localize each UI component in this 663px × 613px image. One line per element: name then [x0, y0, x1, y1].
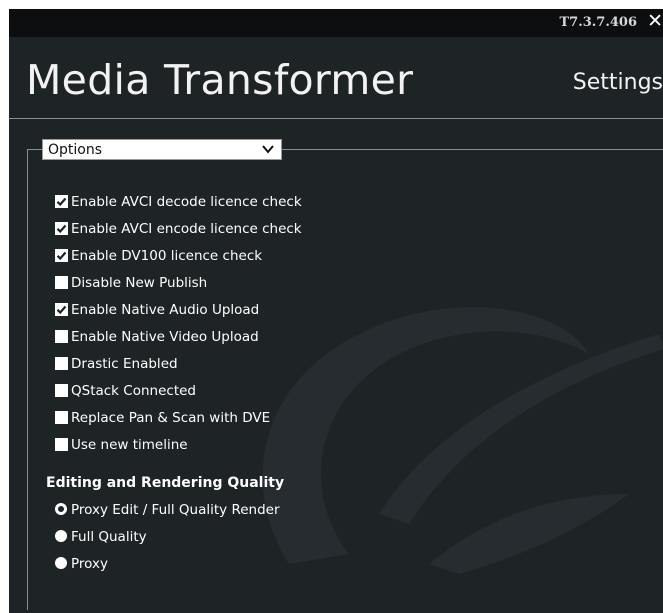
- checkbox[interactable]: [55, 384, 68, 397]
- check-icon: [56, 305, 67, 315]
- title-divider: [9, 118, 663, 119]
- title-bar: T7.3.7.406 ✕: [9, 9, 663, 37]
- chevron-down-icon: [262, 145, 274, 154]
- checkbox-label: Enable Native Audio Upload: [71, 302, 260, 318]
- page-title: Settings: [572, 70, 663, 95]
- checkbox[interactable]: [55, 411, 68, 424]
- radio-button[interactable]: [55, 557, 67, 569]
- checkbox[interactable]: [55, 249, 68, 262]
- checkbox[interactable]: [55, 357, 68, 370]
- checkbox-label: Drastic Enabled: [71, 356, 178, 372]
- checkbox-label: Use new timeline: [71, 437, 188, 453]
- checkbox-label: Enable DV100 licence check: [71, 248, 263, 264]
- checkbox-label: Enable Native Video Upload: [71, 329, 259, 345]
- options-dropdown[interactable]: Options: [42, 139, 282, 160]
- checkbox-label: Enable AVCI encode licence check: [71, 221, 302, 237]
- radio-button[interactable]: [55, 503, 67, 515]
- radio-label: Proxy Edit / Full Quality Render: [71, 502, 280, 518]
- checkbox[interactable]: [55, 438, 68, 451]
- checkbox[interactable]: [55, 330, 68, 343]
- checkbox[interactable]: [55, 276, 68, 289]
- close-icon[interactable]: ✕: [647, 12, 663, 31]
- settings-window: T7.3.7.406 ✕ Media Transformer Settings …: [9, 9, 663, 613]
- radio-label: Full Quality: [71, 529, 147, 545]
- radio-label: Proxy: [71, 556, 108, 572]
- checkbox-label: Enable AVCI decode licence check: [71, 194, 302, 210]
- app-title: Media Transformer: [26, 56, 414, 104]
- quality-heading: Editing and Rendering Quality: [46, 475, 285, 491]
- checkbox[interactable]: [55, 222, 68, 235]
- check-icon: [56, 197, 67, 207]
- checkbox-label: Replace Pan & Scan with DVE: [71, 410, 271, 426]
- checkbox-label: QStack Connected: [71, 383, 196, 399]
- options-dropdown-value: Options: [48, 142, 103, 158]
- check-icon: [56, 251, 67, 261]
- radio-button[interactable]: [55, 530, 67, 542]
- check-icon: [56, 224, 67, 234]
- version-label: T7.3.7.406: [559, 15, 637, 30]
- checkbox[interactable]: [55, 303, 68, 316]
- checkbox[interactable]: [55, 195, 68, 208]
- checkbox-label: Disable New Publish: [71, 275, 208, 291]
